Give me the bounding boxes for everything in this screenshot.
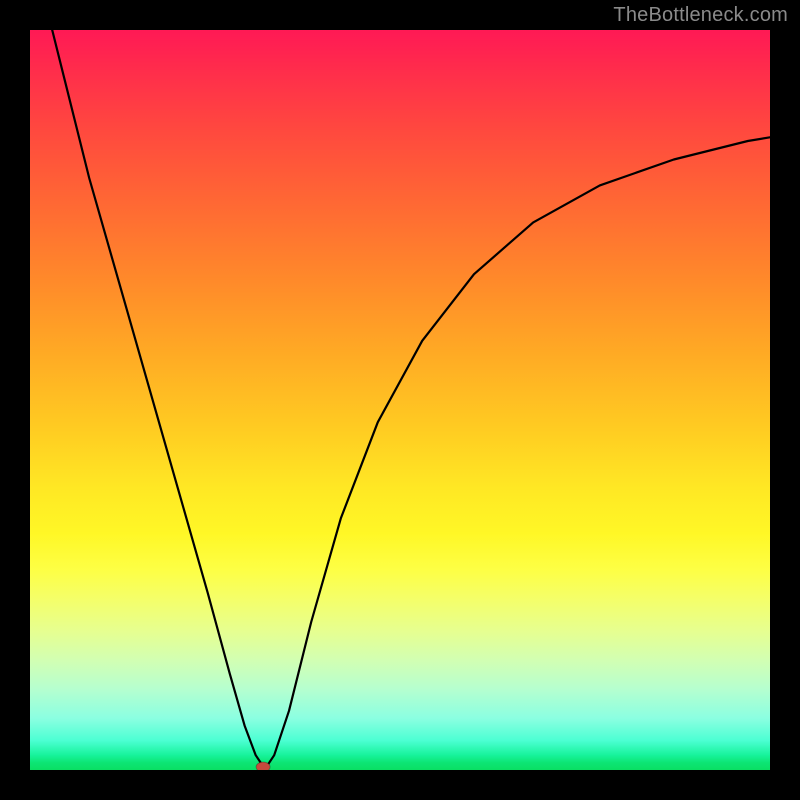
watermark-text: TheBottleneck.com — [613, 4, 788, 27]
min-marker-icon — [256, 762, 270, 770]
plot-area — [30, 30, 770, 770]
bottleneck-curve — [52, 30, 770, 766]
chart-frame: TheBottleneck.com — [0, 0, 800, 800]
curve-layer — [30, 30, 770, 770]
